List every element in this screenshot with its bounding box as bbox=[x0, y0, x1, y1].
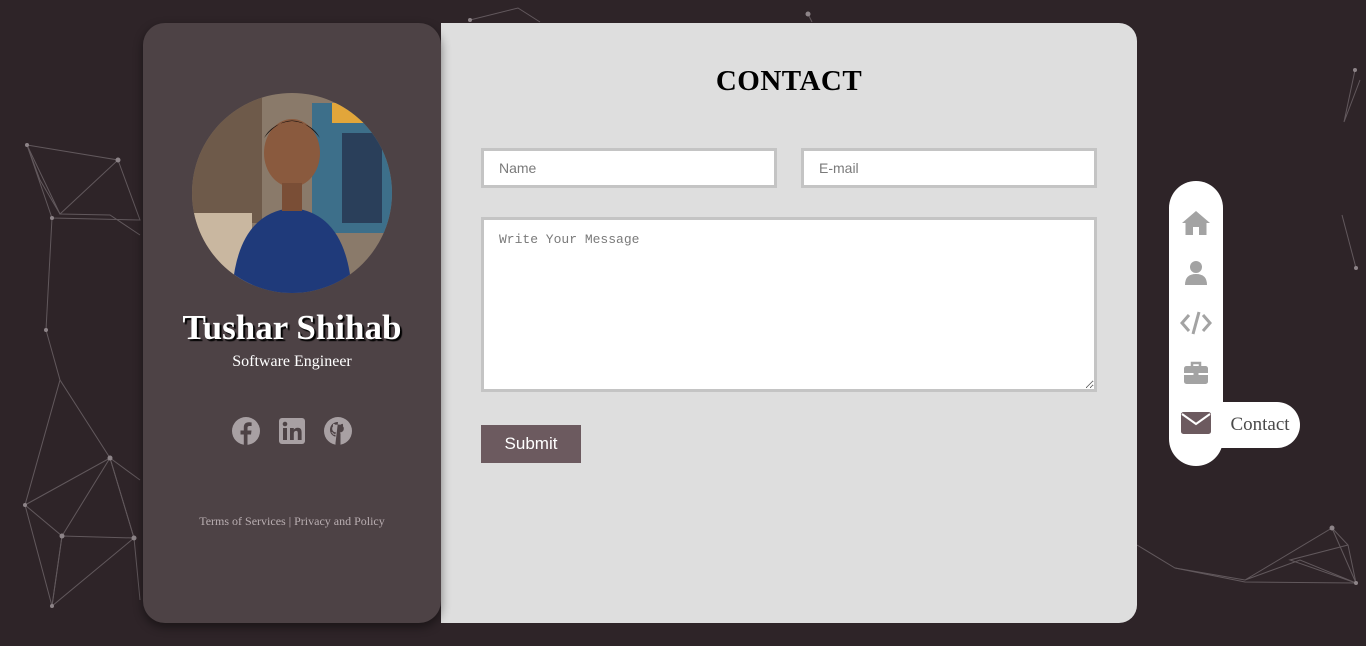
contact-heading: CONTACT bbox=[715, 65, 863, 97]
profile-title: Software Engineer bbox=[232, 353, 352, 370]
nav-item-work[interactable] bbox=[1169, 352, 1223, 394]
linkedin-icon[interactable] bbox=[278, 417, 306, 445]
home-icon bbox=[1182, 211, 1210, 235]
user-icon bbox=[1185, 261, 1207, 285]
nav-item-home[interactable] bbox=[1169, 202, 1223, 244]
social-links bbox=[143, 417, 441, 447]
contact-panel: CONTACT Submit bbox=[441, 23, 1137, 623]
nav-item-contact[interactable] bbox=[1169, 402, 1223, 444]
profile-avatar bbox=[192, 93, 392, 293]
submit-button[interactable]: Submit bbox=[481, 425, 581, 463]
nav-active-label: Contact bbox=[1220, 402, 1300, 448]
email-field[interactable] bbox=[801, 148, 1097, 188]
facebook-icon[interactable] bbox=[232, 417, 260, 445]
github-icon[interactable] bbox=[324, 417, 352, 445]
nav-item-code[interactable] bbox=[1169, 302, 1223, 344]
profile-name: Tushar Shihab bbox=[182, 308, 402, 347]
side-nav bbox=[1169, 181, 1223, 466]
privacy-link[interactable]: Privacy and Policy bbox=[294, 514, 385, 528]
envelope-icon bbox=[1181, 412, 1211, 434]
footer-links: Terms of Services | Privacy and Policy bbox=[143, 514, 441, 529]
profile-card: Tushar Shihab Software Engineer Terms of… bbox=[143, 23, 441, 623]
terms-link[interactable]: Terms of Services bbox=[199, 514, 285, 528]
name-field[interactable] bbox=[481, 148, 777, 188]
message-field[interactable] bbox=[481, 217, 1097, 392]
footer-separator: | bbox=[288, 514, 292, 528]
briefcase-icon bbox=[1184, 361, 1208, 384]
code-icon bbox=[1180, 311, 1212, 335]
nav-item-about[interactable] bbox=[1169, 252, 1223, 294]
